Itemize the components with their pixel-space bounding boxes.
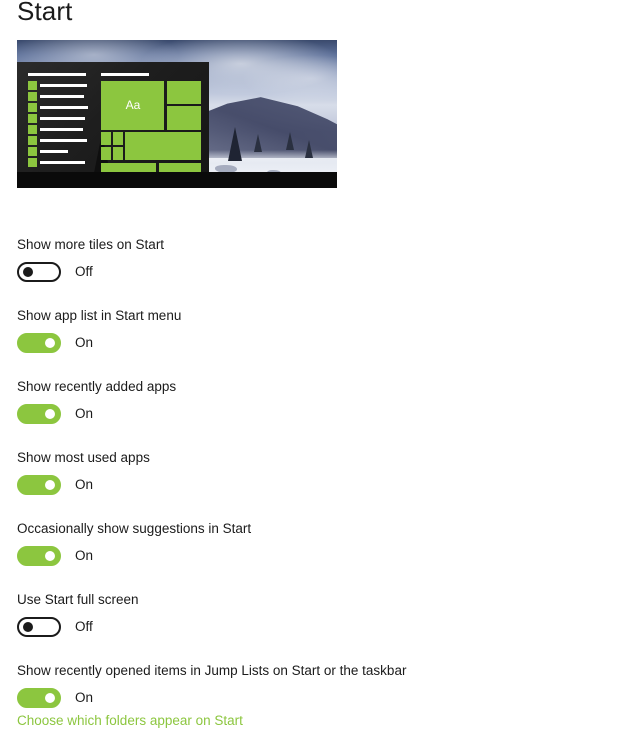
setting-label: Show app list in Start menu [17, 308, 182, 323]
fir-tree-icon [285, 131, 294, 150]
toggle-show-jump-lists[interactable] [17, 688, 61, 708]
toggle-knob [23, 622, 33, 632]
app-name-line [39, 105, 88, 109]
tile-small [113, 132, 124, 146]
toggle-row: On [17, 404, 617, 424]
setting-show-app-list: Show app list in Start menu On [17, 307, 617, 353]
tile-grid-area: Aa [101, 72, 202, 173]
toggle-show-app-list[interactable] [17, 333, 61, 353]
setting-show-recently-added-apps: Show recently added apps On [17, 378, 617, 424]
tile-small [113, 147, 124, 161]
tile-small [101, 132, 112, 146]
toggle-knob [45, 338, 55, 348]
setting-show-jump-lists: Show recently opened items in Jump Lists… [17, 662, 617, 708]
fir-tree-icon [305, 140, 313, 159]
toggle-row: On [17, 688, 617, 708]
setting-show-more-tiles: Show more tiles on Start Off [17, 236, 617, 282]
setting-label: Use Start full screen [17, 592, 139, 607]
app-list-header-line [27, 72, 87, 76]
setting-show-most-used-apps: Show most used apps On [17, 449, 617, 495]
choose-folders-link[interactable]: Choose which folders appear on Start [17, 712, 243, 729]
start-menu-panel: Aa [17, 62, 209, 178]
toggle-row: On [17, 546, 617, 566]
taskbar-strip [17, 171, 337, 188]
app-name-line [39, 149, 69, 153]
app-icon [27, 124, 37, 134]
toggle-knob [23, 267, 33, 277]
toggle-row: On [17, 475, 617, 495]
app-icon [27, 113, 37, 123]
setting-label: Show more tiles on Start [17, 237, 165, 252]
app-list-item [27, 102, 93, 112]
toggle-show-suggestions[interactable] [17, 546, 61, 566]
start-menu-preview: Aa [17, 40, 337, 188]
toggle-row: On [17, 333, 617, 353]
app-icon [27, 80, 37, 90]
toggle-show-recently-added-apps[interactable] [17, 404, 61, 424]
toggle-knob [45, 480, 55, 490]
app-icon [27, 146, 37, 156]
tile-group-header-line [101, 72, 150, 76]
app-list-item [27, 80, 93, 90]
setting-label: Show recently added apps [17, 379, 177, 394]
setting-label: Occasionally show suggestions in Start [17, 521, 252, 536]
setting-show-suggestions: Occasionally show suggestions in Start O… [17, 520, 617, 566]
app-icon [27, 91, 37, 101]
tile-medium [167, 80, 202, 104]
app-list-item [27, 113, 93, 123]
app-name-line [39, 127, 83, 131]
toggle-state-label: On [75, 548, 94, 563]
fir-tree-icon [228, 127, 243, 162]
tile-grid: Aa [101, 80, 202, 173]
app-list-item [27, 91, 93, 101]
toggle-state-label: Off [75, 619, 93, 634]
toggle-knob [45, 551, 55, 561]
toggle-state-label: Off [75, 264, 93, 279]
page-title: Start [17, 0, 73, 26]
toggle-state-label: On [75, 406, 94, 421]
tile-medium [167, 106, 202, 130]
app-name-line [39, 160, 86, 164]
toggle-state-label: On [75, 477, 94, 492]
app-icon [27, 102, 37, 112]
toggle-row: Off [17, 617, 617, 637]
setting-label: Show recently opened items in Jump Lists… [17, 663, 407, 678]
app-list-item [27, 157, 93, 167]
tile-label: Aa [125, 98, 141, 113]
app-icon [27, 157, 37, 167]
toggle-state-label: On [75, 335, 94, 350]
app-name-line [39, 116, 86, 120]
toggle-knob [45, 409, 55, 419]
toggle-row: Off [17, 262, 617, 282]
app-name-line [39, 83, 87, 87]
toggle-knob [45, 693, 55, 703]
toggle-state-label: On [75, 690, 94, 705]
tile-large: Aa [101, 80, 165, 130]
app-name-line [39, 138, 87, 142]
app-list-item [27, 124, 93, 134]
setting-use-start-full-screen: Use Start full screen Off [17, 591, 617, 637]
toggle-show-most-used-apps[interactable] [17, 475, 61, 495]
app-list-item [27, 135, 93, 145]
app-list-item [27, 146, 93, 156]
app-icon [27, 135, 37, 145]
fir-tree-icon [253, 134, 262, 153]
setting-label: Show most used apps [17, 450, 150, 465]
app-list-column [27, 72, 93, 171]
start-settings-page: Start Aa Show more tiles on Start Off Sh… [0, 0, 640, 750]
toggle-use-start-full-screen[interactable] [17, 617, 61, 637]
tile-wide [125, 132, 202, 161]
toggle-show-more-tiles[interactable] [17, 262, 61, 282]
settings-list: Show more tiles on Start Off Show app li… [17, 236, 617, 733]
tile-small [101, 147, 112, 161]
app-name-line [39, 94, 84, 98]
